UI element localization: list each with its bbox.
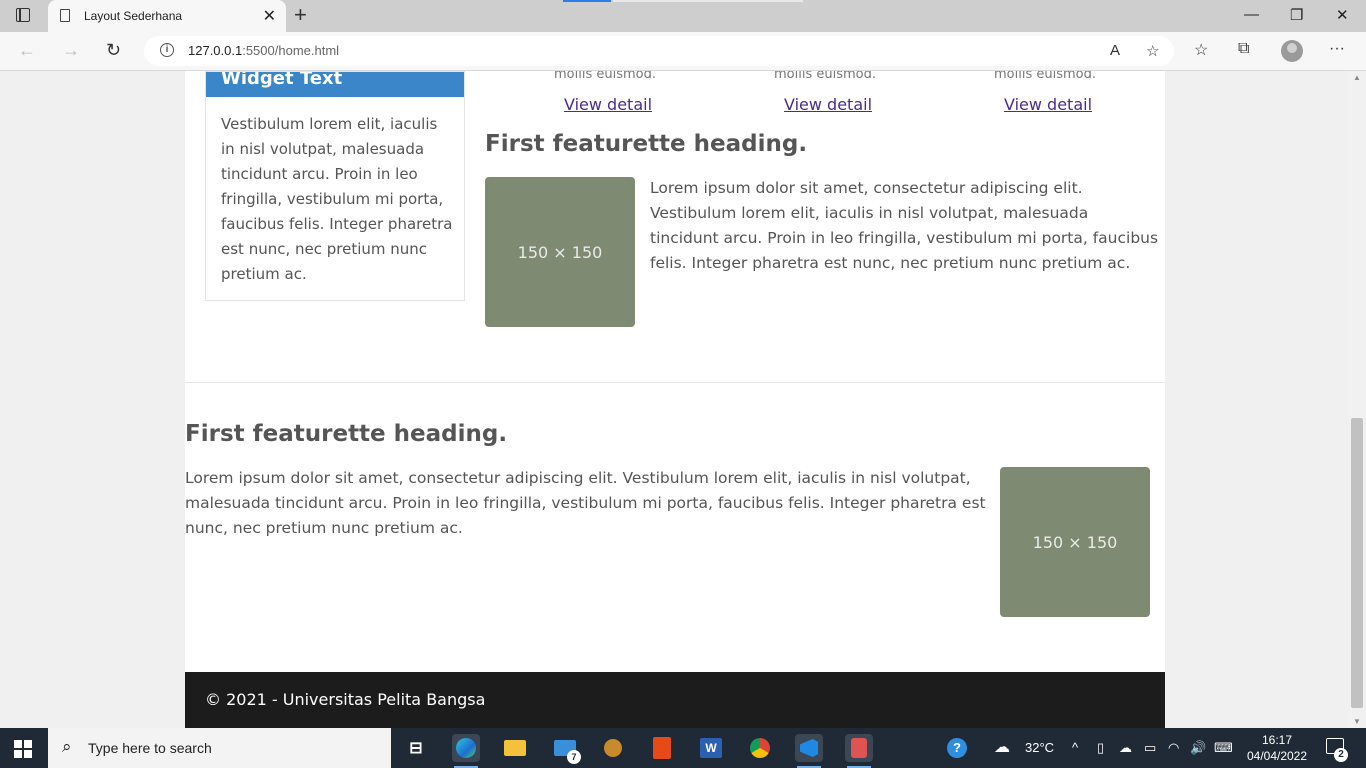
favorites-icon[interactable]: ☆ bbox=[1194, 40, 1208, 60]
snipping-tool-icon[interactable] bbox=[845, 734, 873, 768]
collections-icon[interactable]: ⧉ bbox=[1238, 40, 1249, 58]
scrollbar-thumb[interactable] bbox=[1351, 418, 1363, 708]
browser-tab[interactable]: Layout Sederhana ✕ bbox=[48, 0, 286, 32]
featurette-text: Lorem ipsum dolor sit amet, consectetur … bbox=[650, 179, 1159, 272]
onedrive-icon[interactable]: ☁ bbox=[1119, 740, 1132, 756]
web-viewport: Widget Text Vestibulum lorem elit, iacul… bbox=[0, 71, 1349, 728]
new-tab-button[interactable]: + bbox=[294, 4, 307, 26]
card-text-cut: mollis euismod. bbox=[554, 71, 656, 82]
tab-title: Layout Sederhana bbox=[84, 9, 183, 23]
url-host: 127.0.0.1 bbox=[188, 43, 243, 58]
task-view-icon[interactable]: ⊟ bbox=[402, 734, 430, 762]
back-button[interactable]: ← bbox=[18, 40, 36, 61]
game-app-icon[interactable] bbox=[599, 734, 627, 762]
address-bar[interactable]: i 127.0.0.1:5500/home.html A ☆ bbox=[144, 36, 1174, 66]
windows-taskbar: ⌕ Type here to search ⊟ 7 W ? ☁ 32°C ^ ▯… bbox=[0, 728, 1366, 768]
search-icon: ⌕ bbox=[62, 737, 72, 756]
close-tab-icon[interactable]: ✕ bbox=[263, 6, 276, 26]
card-text-cut: mollis euismod. bbox=[774, 71, 876, 82]
taskbar-search-box[interactable]: ⌕ Type here to search bbox=[48, 728, 391, 768]
wifi-icon[interactable]: ◠ bbox=[1168, 740, 1179, 756]
minimize-button[interactable]: — bbox=[1244, 6, 1259, 23]
system-clock[interactable]: 16:17 04/04/2022 bbox=[1245, 732, 1309, 764]
notification-badge: 2 bbox=[1334, 748, 1348, 762]
mail-icon[interactable]: 7 bbox=[551, 734, 581, 764]
file-explorer-icon[interactable] bbox=[501, 734, 529, 762]
site-info-icon[interactable]: i bbox=[160, 43, 174, 57]
scroll-down-icon[interactable]: ▼ bbox=[1353, 717, 1361, 726]
featurette-heading: First featurette heading. bbox=[185, 421, 508, 447]
page-container: Widget Text Vestibulum lorem elit, iacul… bbox=[185, 71, 1165, 728]
vscode-icon[interactable] bbox=[795, 734, 823, 768]
add-favorite-icon[interactable]: ☆ bbox=[1146, 42, 1159, 60]
restore-button[interactable]: ❐ bbox=[1290, 6, 1303, 24]
featurette-divider bbox=[185, 382, 1165, 383]
weather-temperature[interactable]: 32°C bbox=[1025, 740, 1054, 755]
clock-time: 16:17 bbox=[1261, 733, 1293, 747]
edge-browser-icon[interactable] bbox=[452, 734, 480, 768]
widget-body: Vestibulum lorem elit, iaculis in nisl v… bbox=[221, 115, 453, 283]
start-button[interactable] bbox=[14, 740, 32, 758]
more-menu-icon[interactable]: ··· bbox=[1329, 40, 1345, 58]
clock-date: 04/04/2022 bbox=[1246, 749, 1308, 763]
office-icon[interactable] bbox=[648, 734, 676, 762]
widget-title: Widget Text bbox=[206, 72, 464, 97]
featurette-heading: First featurette heading. bbox=[485, 131, 808, 157]
featurette-text: Lorem ipsum dolor sit amet, consectetur … bbox=[185, 469, 986, 537]
page-scrollbar[interactable]: ▲ ▼ bbox=[1349, 71, 1366, 728]
refresh-button[interactable]: ↻ bbox=[106, 40, 121, 61]
tab-actions-icon[interactable] bbox=[16, 8, 30, 22]
view-detail-link-2[interactable]: View detail bbox=[784, 95, 872, 114]
close-window-button[interactable]: ✕ bbox=[1336, 6, 1349, 24]
featurette-image: 150 × 150 bbox=[1000, 467, 1150, 617]
forward-button[interactable]: → bbox=[62, 40, 80, 61]
keyboard-icon[interactable]: ⌨ bbox=[1214, 740, 1233, 756]
mail-badge: 7 bbox=[567, 750, 581, 764]
widget-panel: Widget Text Vestibulum lorem elit, iacul… bbox=[205, 71, 465, 301]
browser-toolbar: ← → ↻ i 127.0.0.1:5500/home.html A ☆ bbox=[0, 32, 1366, 71]
browser-title-bar: Layout Sederhana ✕ + — ❐ ✕ bbox=[0, 0, 1366, 32]
view-detail-link-3[interactable]: View detail bbox=[1004, 95, 1092, 114]
profile-avatar[interactable] bbox=[1281, 40, 1303, 62]
view-detail-link-1[interactable]: View detail bbox=[564, 95, 652, 114]
footer-copyright: © 2021 - Universitas Pelita Bangsa bbox=[205, 690, 486, 709]
loading-indicator bbox=[563, 0, 611, 2]
url-text[interactable]: 127.0.0.1:5500/home.html bbox=[188, 43, 339, 58]
word-icon[interactable]: W bbox=[697, 734, 725, 762]
battery-icon[interactable]: ▭ bbox=[1144, 740, 1156, 756]
page-icon bbox=[60, 9, 70, 22]
page-footer: © 2021 - Universitas Pelita Bangsa bbox=[185, 672, 1165, 728]
network-device-icon[interactable]: ▯ bbox=[1097, 740, 1104, 756]
search-placeholder: Type here to search bbox=[88, 740, 212, 756]
help-icon[interactable]: ? bbox=[943, 734, 971, 762]
speaker-icon[interactable]: 🔊 bbox=[1190, 740, 1206, 756]
scroll-up-icon[interactable]: ▲ bbox=[1353, 73, 1361, 82]
url-path: :5500/home.html bbox=[242, 43, 340, 58]
card-text-cut: mollis euismod. bbox=[994, 71, 1096, 82]
read-aloud-icon[interactable]: A bbox=[1110, 42, 1120, 59]
weather-icon[interactable]: ☁ bbox=[994, 737, 1010, 757]
loading-track bbox=[613, 0, 803, 2]
chevron-up-icon[interactable]: ^ bbox=[1072, 740, 1078, 755]
chrome-icon[interactable] bbox=[746, 734, 774, 762]
featurette-image: 150 × 150 bbox=[485, 177, 635, 327]
